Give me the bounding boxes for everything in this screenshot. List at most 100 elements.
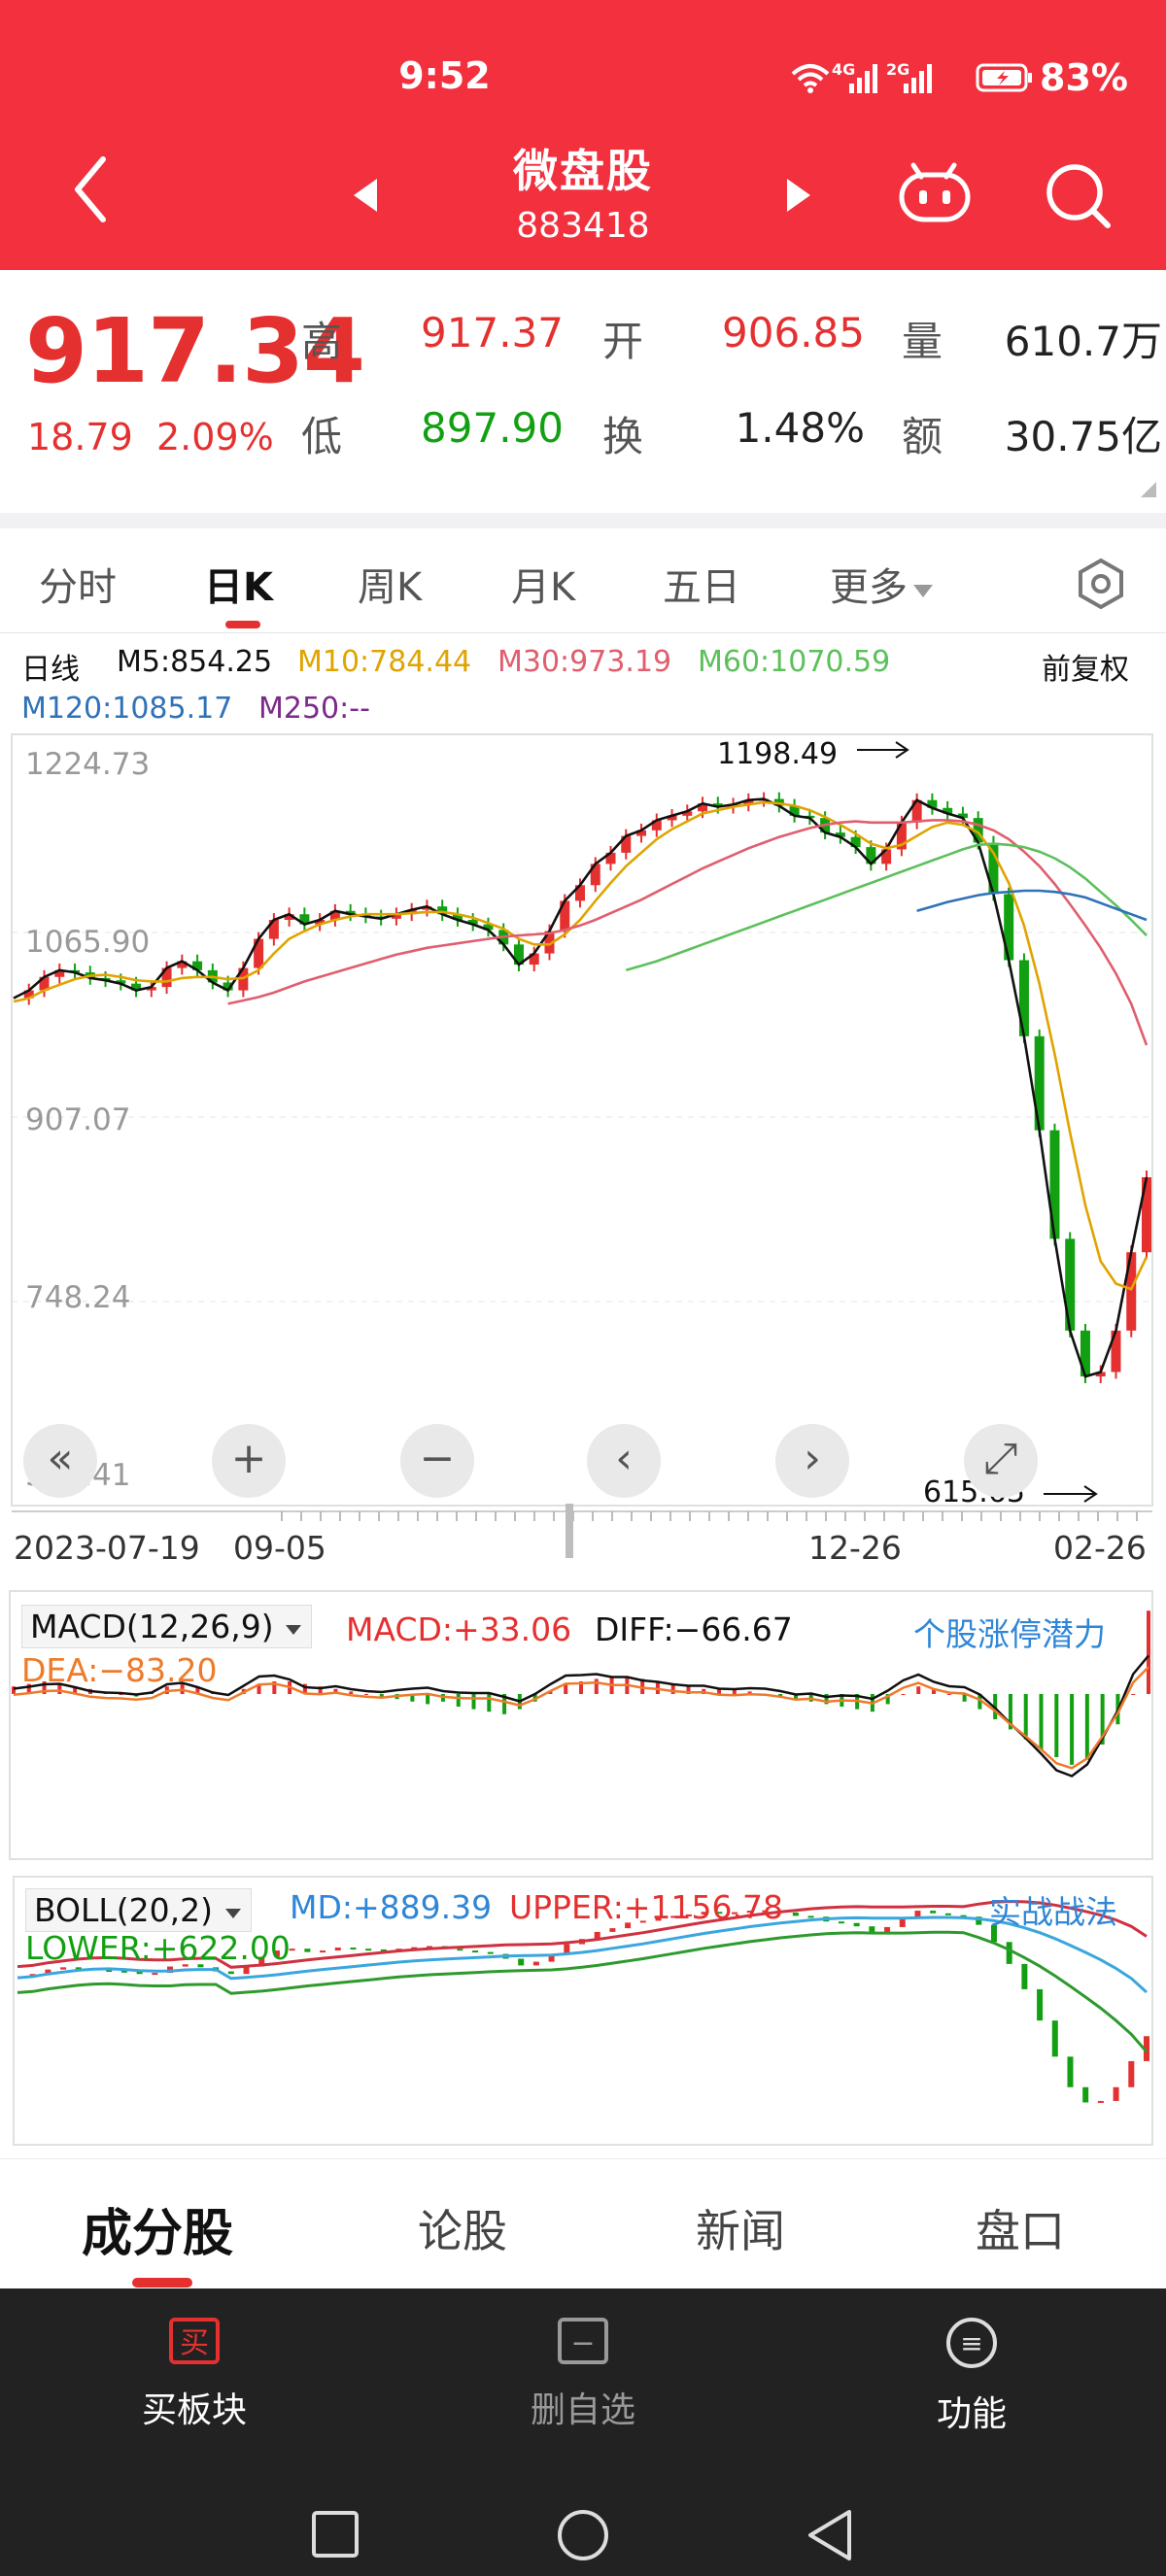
y-tick-label: 1224.73: [25, 747, 150, 782]
x-label-2: 12-26: [808, 1529, 902, 1567]
crosshair-marker: [566, 1504, 573, 1558]
y-tick-label: 748.24: [25, 1280, 130, 1315]
boll-upper-value: UPPER:+1156.78: [509, 1888, 783, 1926]
macd-value: MACD:+33.06: [346, 1610, 572, 1648]
macd-bar: [349, 1691, 354, 1694]
boll-candle: [930, 1911, 937, 1914]
nav-home-button[interactable]: [556, 2508, 610, 2566]
boll-candle: [944, 1913, 951, 1915]
macd-bar: [487, 1694, 492, 1712]
buy-sector-button[interactable]: 买 买板块: [97, 2316, 292, 2432]
boll-candle: [532, 1961, 539, 1966]
boll-candle: [457, 1949, 463, 1951]
functions-label: 功能: [936, 2394, 1007, 2434]
macd-bar: [916, 1686, 921, 1694]
high-annotation: 1198.49: [717, 737, 909, 771]
ma-line-m120: [916, 889, 1148, 922]
diff-value: DIFF:−66.67: [595, 1610, 793, 1648]
macd-bar: [1084, 1694, 1089, 1760]
limit-up-link[interactable]: 个股涨停潜力: [913, 1609, 1106, 1655]
circle-icon: [558, 2510, 608, 2560]
x-label-1: 09-05: [233, 1529, 326, 1567]
remove-watchlist-label: 删自选: [530, 2390, 635, 2430]
boll-candle: [60, 1967, 67, 1970]
arrow-right-icon: [857, 741, 909, 759]
boll-candle: [334, 1948, 341, 1951]
ma-lines: [13, 797, 1149, 1378]
macd-bar: [946, 1694, 951, 1695]
buy-icon: 买: [169, 2318, 220, 2364]
boll-candle: [1051, 2020, 1058, 2057]
buy-sector-label: 买板块: [141, 2390, 247, 2430]
tab-news[interactable]: 新闻: [696, 2196, 785, 2260]
candles: [23, 792, 1151, 1383]
y-tick-labels: 1224.731065.90907.07748.24589.41: [25, 747, 150, 1493]
fullscreen-button[interactable]: ⤢: [964, 1424, 1038, 1498]
y-tick-label: 1065.90: [25, 925, 150, 960]
remove-icon: −: [558, 2318, 608, 2364]
boll-candle: [609, 1928, 616, 1932]
x-label-3: 02-26: [1053, 1529, 1147, 1567]
nav-recents-button[interactable]: [311, 2510, 360, 2562]
macd-bar: [456, 1694, 461, 1707]
arrow-right-icon: [1044, 1485, 1098, 1503]
boll-candle: [1037, 1988, 1044, 2021]
remove-watchlist-button[interactable]: − 删自选: [486, 2316, 680, 2432]
boll-param-dropdown[interactable]: BOLL(20,2): [25, 1888, 252, 1932]
macd-param-dropdown[interactable]: MACD(12,26,9): [21, 1605, 313, 1648]
square-icon: [312, 2511, 359, 2558]
boll-candle: [869, 1926, 875, 1932]
boll-lower-value: LOWER:+622.00: [25, 1929, 291, 1967]
boll-candle: [227, 1971, 234, 1975]
boll-candle: [838, 1921, 844, 1924]
macd-bar: [1131, 1694, 1136, 1695]
functions-button[interactable]: ≡ 功能: [874, 2316, 1069, 2436]
boll-candle: [1067, 2056, 1074, 2087]
remove-icon-char: −: [570, 2326, 595, 2360]
tab-discussion[interactable]: 论股: [418, 2196, 507, 2260]
boll-candle: [350, 1948, 357, 1950]
boll-candle: [1113, 2086, 1119, 2101]
tab-constituents[interactable]: 成分股: [82, 2192, 233, 2265]
boll-candle: [1006, 1942, 1012, 1964]
zoom-out-button[interactable]: −: [400, 1424, 474, 1498]
macd-bar: [1054, 1694, 1059, 1757]
macd-bar: [1023, 1694, 1028, 1740]
buy-icon-char: 买: [180, 2326, 209, 2360]
rewind-button[interactable]: «: [23, 1424, 97, 1498]
menu-icon-char: ≡: [960, 2327, 982, 2359]
macd-bar: [364, 1694, 369, 1695]
pan-left-button[interactable]: ‹: [587, 1424, 661, 1498]
zoom-in-button[interactable]: +: [212, 1424, 286, 1498]
boll-candle: [472, 1950, 479, 1953]
high-annotation-text: 1198.49: [717, 737, 838, 771]
boll-candle: [518, 1958, 525, 1966]
boll-md-value: MD:+889.39: [290, 1888, 493, 1926]
boll-candle: [792, 1912, 799, 1916]
macd-bar: [1147, 1610, 1150, 1694]
boll-candle: [1097, 2100, 1104, 2103]
tactics-link[interactable]: 实战战法: [989, 1886, 1117, 1933]
dropdown-triangle-icon: [224, 1909, 241, 1918]
boll-candle: [1082, 2086, 1089, 2103]
macd-bar: [1070, 1694, 1075, 1765]
ma-line-m10: [13, 800, 1149, 1291]
boll-candle: [487, 1951, 494, 1954]
boll-candle: [1021, 1963, 1028, 1989]
nav-back-button[interactable]: [805, 2508, 855, 2566]
triangle-back-icon: [808, 2510, 851, 2560]
boll-candle: [365, 1949, 372, 1951]
boll-candle: [320, 1950, 326, 1953]
menu-circle-icon: ≡: [946, 2318, 997, 2368]
bottom-tab-underline: [132, 2278, 192, 2288]
tab-order-book[interactable]: 盘口: [976, 2196, 1065, 2260]
boll-candle: [304, 1949, 311, 1952]
macd-bar: [471, 1694, 476, 1710]
boll-candle: [853, 1922, 860, 1927]
boll-param-label: BOLL(20,2): [34, 1891, 214, 1929]
action-dock: 买 买板块 − 删自选 ≡ 功能: [0, 2288, 1166, 2576]
pan-right-button[interactable]: ›: [775, 1424, 849, 1498]
ma-line-m5: [13, 797, 1149, 1378]
boll-candle: [152, 1973, 158, 1976]
x-label-0: 2023-07-19: [14, 1529, 200, 1567]
